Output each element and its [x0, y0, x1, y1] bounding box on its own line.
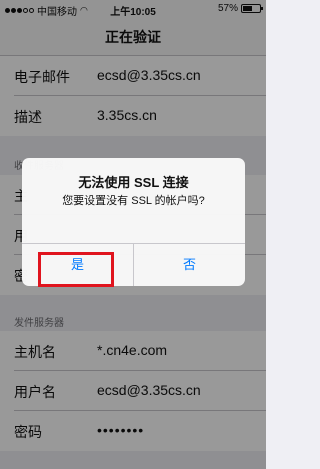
highlight-annotation-box	[38, 252, 114, 287]
alert-title: 无法使用 SSL 连接	[78, 175, 189, 190]
alert-message: 您要设置没有 SSL 的帐户吗?	[62, 195, 205, 207]
no-button[interactable]: 否	[134, 244, 245, 286]
